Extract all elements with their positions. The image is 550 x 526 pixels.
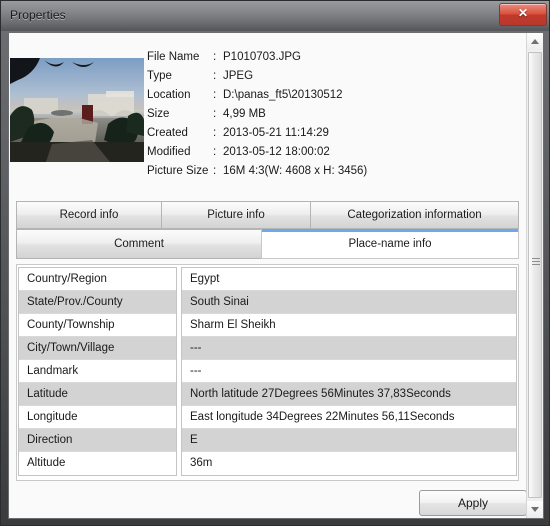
metadata-row: Picture Size : 16M 4:3(W: 4608 x H: 3456…	[147, 163, 517, 182]
image-thumbnail	[10, 58, 144, 162]
table-row-value[interactable]: ---	[182, 360, 516, 383]
table-row-value[interactable]: South Sinai	[182, 291, 516, 314]
table-row-value[interactable]: ---	[182, 337, 516, 360]
metadata-separator: :	[213, 108, 217, 120]
tab-categorization-information[interactable]: Categorization information	[310, 201, 519, 229]
scroll-up-arrow-icon[interactable]	[527, 33, 543, 50]
scrollbar-thumb[interactable]	[528, 52, 542, 498]
tab-label: Picture info	[207, 209, 265, 221]
metadata-separator: :	[213, 127, 217, 139]
metadata-row: Type : JPEG	[147, 68, 517, 87]
tab-bar-row-1: Record info Picture info Categorization …	[16, 201, 519, 229]
table-row-label: County/Township	[19, 314, 176, 337]
metadata-value: D:\panas_ft5\20130512	[223, 89, 343, 101]
table-row-value[interactable]: 36m	[182, 452, 516, 475]
metadata-key: Picture Size	[147, 165, 209, 177]
tab-label: Place-name info	[348, 237, 432, 250]
apply-button[interactable]: Apply	[419, 490, 527, 516]
place-name-info-table: Country/Region State/Prov./County County…	[16, 264, 519, 481]
metadata-key: Created	[147, 127, 188, 139]
title-bar: Properties ✕	[1, 1, 549, 31]
apply-button-label: Apply	[457, 496, 489, 510]
metadata-row: File Name : P1010703.JPG	[147, 49, 517, 68]
metadata-value: P1010703.JPG	[223, 51, 302, 63]
metadata-key: File Name	[147, 51, 200, 63]
metadata-row: Modified : 2013-05-12 18:00:02	[147, 144, 517, 163]
active-tab-accent	[262, 229, 518, 232]
metadata-separator: :	[213, 70, 217, 82]
triangle-up-icon	[531, 39, 539, 44]
table-row-label: Altitude	[19, 452, 176, 475]
tab-place-name-info[interactable]: Place-name info	[261, 229, 519, 259]
tab-record-info[interactable]: Record info	[16, 201, 162, 229]
metadata-separator: :	[213, 165, 217, 177]
table-row-label: Longitude	[19, 406, 176, 429]
table-label-column: Country/Region State/Prov./County County…	[18, 267, 177, 476]
tab-label: Record info	[59, 209, 119, 221]
window-title: Properties	[10, 8, 66, 22]
file-metadata-list: File Name : P1010703.JPG Type : JPEG Loc…	[147, 49, 517, 182]
table-row-value[interactable]: E	[182, 429, 516, 452]
metadata-row: Size : 4,99 MB	[147, 106, 517, 125]
metadata-key: Type	[147, 70, 172, 82]
vertical-scrollbar[interactable]	[526, 33, 543, 518]
tab-label: Categorization information	[347, 209, 482, 221]
table-row-value[interactable]: Sharm El Sheikh	[182, 314, 516, 337]
table-row-value[interactable]: North latitude 27Degrees 56Minutes 37,83…	[182, 383, 516, 406]
tab-bar-row-2: Comment Place-name info	[16, 229, 519, 259]
table-row-label: Country/Region	[19, 268, 176, 291]
metadata-value: JPEG	[223, 70, 254, 82]
scrollbar-grip-icon	[532, 258, 540, 267]
tab-label: Comment	[114, 238, 164, 250]
content-pane: File Name : P1010703.JPG Type : JPEG Loc…	[9, 33, 527, 518]
metadata-separator: :	[213, 89, 217, 101]
metadata-value: 2013-05-12 18:00:02	[223, 146, 330, 158]
metadata-key: Size	[147, 108, 170, 120]
properties-window: Properties ✕ File Name: P1010703.JPG Ty…	[0, 0, 550, 526]
tab-picture-info[interactable]: Picture info	[161, 201, 311, 229]
table-row-value[interactable]: Egypt	[182, 268, 516, 291]
metadata-row: Location : D:\panas_ft5\20130512	[147, 87, 517, 106]
table-row-label: Direction	[19, 429, 176, 452]
metadata-value: 2013-05-21 11:14:29	[223, 127, 329, 139]
close-button[interactable]: ✕	[499, 3, 547, 26]
tab-comment[interactable]: Comment	[16, 229, 262, 259]
metadata-value: 16M 4:3(W: 4608 x H: 3456)	[223, 165, 368, 177]
metadata-separator: :	[213, 51, 217, 63]
table-value-column: Egypt South Sinai Sharm El Sheikh --- --…	[181, 267, 517, 476]
close-icon: ✕	[517, 6, 529, 20]
table-row-label: Landmark	[19, 360, 176, 383]
metadata-separator: :	[213, 146, 217, 158]
metadata-value: 4,99 MB	[223, 108, 266, 120]
metadata-key: Location	[147, 89, 191, 101]
scroll-down-arrow-icon[interactable]	[527, 501, 543, 518]
table-row-label: Latitude	[19, 383, 176, 406]
metadata-key: Modified	[147, 146, 191, 158]
table-row-label: State/Prov./County	[19, 291, 176, 314]
client-area: File Name : P1010703.JPG Type : JPEG Loc…	[8, 32, 544, 519]
metadata-row: Created : 2013-05-21 11:14:29	[147, 125, 517, 144]
table-row-label: City/Town/Village	[19, 337, 176, 360]
triangle-down-icon	[531, 507, 539, 512]
table-row-value[interactable]: East longitude 34Degrees 22Minutes 56,11…	[182, 406, 516, 429]
